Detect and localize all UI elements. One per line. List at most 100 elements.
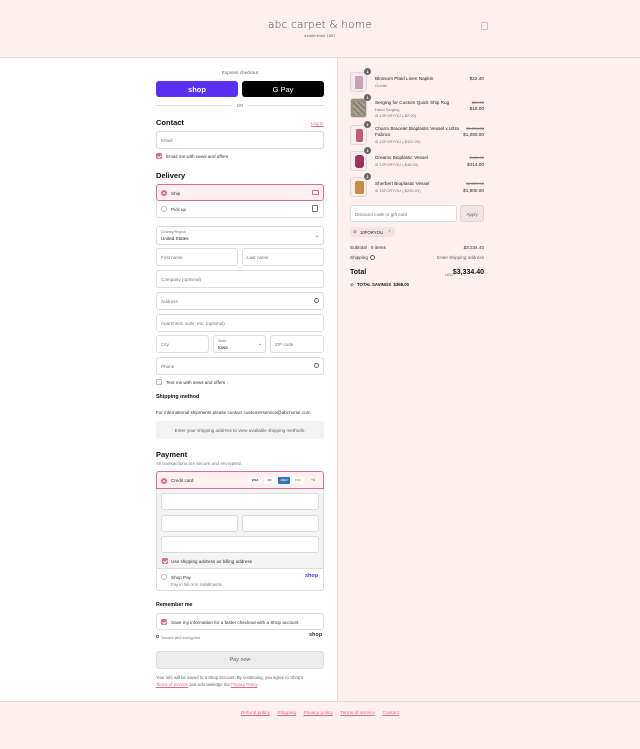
item-discount-tag: ⊘ 10FORYOU (-$2.00) <box>375 113 417 118</box>
ship-radio[interactable] <box>161 190 167 196</box>
item-price: $1,800.00 <box>463 188 484 193</box>
chevron-down-icon: ⌄ <box>258 341 263 347</box>
email-news-checkbox[interactable] <box>156 153 162 159</box>
credit-card-radio[interactable] <box>161 477 167 484</box>
item-name-line2: Fabrics <box>375 132 391 137</box>
vessel-image <box>356 129 363 142</box>
search-icon <box>314 298 319 303</box>
divider-left <box>156 105 232 106</box>
express-checkout-title: Express checkout <box>221 70 259 75</box>
item-old-price: $2,000.00 <box>466 181 484 186</box>
ship-label: Ship <box>171 190 181 196</box>
state-select[interactable]: State Iowa ⌄ <box>213 335 266 353</box>
help-icon[interactable] <box>314 363 319 368</box>
item-qty-badge: 1 <box>364 173 371 180</box>
card-name-field[interactable] <box>161 536 319 553</box>
item-price: $22.40 <box>469 76 484 81</box>
email-placeholder: Email <box>161 138 173 143</box>
pickup-radio[interactable] <box>161 206 167 212</box>
first-name-field[interactable]: First name <box>156 248 238 266</box>
card-form-area: Use shipping address as billing address <box>156 489 324 569</box>
apartment-field[interactable]: Apartment, suite, etc. (optional) <box>156 314 324 332</box>
item-name: Dreams Bioplastic Vessel <box>375 155 428 160</box>
google-pay-logo: G Pay <box>272 84 294 94</box>
apply-button[interactable]: Apply <box>460 205 484 222</box>
store-logo[interactable]: abc carpet & home <box>0 19 640 31</box>
discount-code: 10FORYOU <box>360 229 384 235</box>
text-news-checkbox[interactable] <box>156 379 162 385</box>
item-qty-badge: 1 <box>364 121 371 128</box>
item-old-price: $1,200.00 <box>466 126 484 131</box>
pay-now-button[interactable]: Pay now <box>156 651 324 669</box>
item-thumbnail <box>350 98 367 118</box>
company-field[interactable]: Company (optional) <box>156 270 324 288</box>
item-thumbnail <box>350 72 367 92</box>
savings-tag-icon: ⊘ <box>350 282 354 287</box>
privacy-link[interactable]: Privacy Policy <box>231 682 257 687</box>
bag-icon[interactable] <box>481 22 488 30</box>
shipping-link[interactable]: Shipping <box>277 711 296 716</box>
credit-card-option[interactable]: Credit card VISA MC AMEX DISC +4 <box>156 471 324 489</box>
shop-pay-sub: Pay in full or in installments <box>171 581 222 587</box>
item-discount-tag: ⊘ 10FORYOU (-$200.00) <box>375 188 421 193</box>
phone-placeholder: Phone <box>161 364 175 369</box>
item-variant: Orchid <box>375 83 387 88</box>
email-news-label: Email me with news and offers <box>166 154 229 159</box>
pay-now-label: Pay now <box>229 657 251 663</box>
country-value: United States <box>161 236 189 241</box>
chevron-down-icon: ⌄ <box>315 233 320 239</box>
shop-pay-button[interactable]: shop <box>156 81 238 97</box>
discount-field[interactable]: Discount code or gift card <box>350 205 457 222</box>
email-field[interactable]: Email <box>156 131 324 149</box>
last-name-field[interactable]: Last name <box>242 248 324 266</box>
privacy-policy-link[interactable]: Privacy policy <box>303 711 332 716</box>
terms-of-service-link[interactable]: Terms of service <box>340 711 375 716</box>
mastercard-icon: MC <box>264 477 276 484</box>
item-price: $414.00 <box>467 162 484 167</box>
card-number-field[interactable] <box>161 493 319 510</box>
address-field[interactable]: Address <box>156 292 324 310</box>
shipping-placeholder-box: Enter your shipping address to view avai… <box>156 421 324 439</box>
first-name-placeholder: First name <box>161 255 183 260</box>
payment-heading: Payment <box>156 450 188 459</box>
item-discount: 10FORYOU (-$46.00) <box>379 162 419 167</box>
billing-checkbox[interactable] <box>162 558 168 564</box>
shop-pay-option[interactable]: Shop Pay Pay in full or in installments … <box>156 569 324 591</box>
login-link[interactable]: Log in <box>311 121 324 126</box>
refund-policy-link[interactable]: Refund policy <box>241 711 270 716</box>
item-discount: 10FORYOU (-$2.00) <box>379 113 417 118</box>
discover-icon: DISC <box>292 477 304 484</box>
rug-image <box>353 102 365 115</box>
shop-pay-radio[interactable] <box>161 574 167 580</box>
divider-right <box>248 105 324 106</box>
savings-value: $368.00 <box>393 282 409 287</box>
store-tagline: established 1897 <box>304 34 336 38</box>
city-field[interactable]: City <box>156 335 209 353</box>
ship-option[interactable]: Ship <box>156 184 324 201</box>
item-name: Blossom Plaid Linen Napkin <box>375 76 434 81</box>
napkin-image <box>355 76 363 89</box>
item-discount: 10FORYOU (-$200.00) <box>379 188 421 193</box>
truck-icon <box>312 190 319 195</box>
remember-heading: Remember me <box>156 602 193 608</box>
tag-icon: ⊘ <box>353 229 357 234</box>
remove-code-icon[interactable]: × <box>388 229 391 235</box>
phone-field[interactable]: Phone <box>156 357 324 375</box>
help-icon[interactable] <box>370 255 375 260</box>
item-qty-badge: 1 <box>364 68 371 75</box>
billing-label: Use shipping address as billing address <box>171 559 252 564</box>
google-pay-button[interactable]: G Pay <box>242 81 324 97</box>
item-qty-badge: 1 <box>364 94 371 101</box>
remember-checkbox[interactable] <box>161 619 167 625</box>
payment-subtitle: All transactions are secure and encrypte… <box>156 461 242 466</box>
card-expiry-field[interactable] <box>161 515 238 532</box>
contact-link[interactable]: Contact <box>383 711 400 716</box>
zip-field[interactable]: ZIP code <box>270 335 324 353</box>
terms-link[interactable]: Terms of Service <box>156 682 188 687</box>
country-select[interactable]: Country/Region United States ⌄ <box>156 226 324 245</box>
pickup-option[interactable]: Pick up <box>156 201 324 218</box>
card-cvv-field[interactable] <box>242 515 319 532</box>
shop-pay-option-logo: shop <box>305 572 319 579</box>
shipping-value: Enter shipping address <box>437 255 484 260</box>
item-old-price: $460.00 <box>469 155 484 160</box>
